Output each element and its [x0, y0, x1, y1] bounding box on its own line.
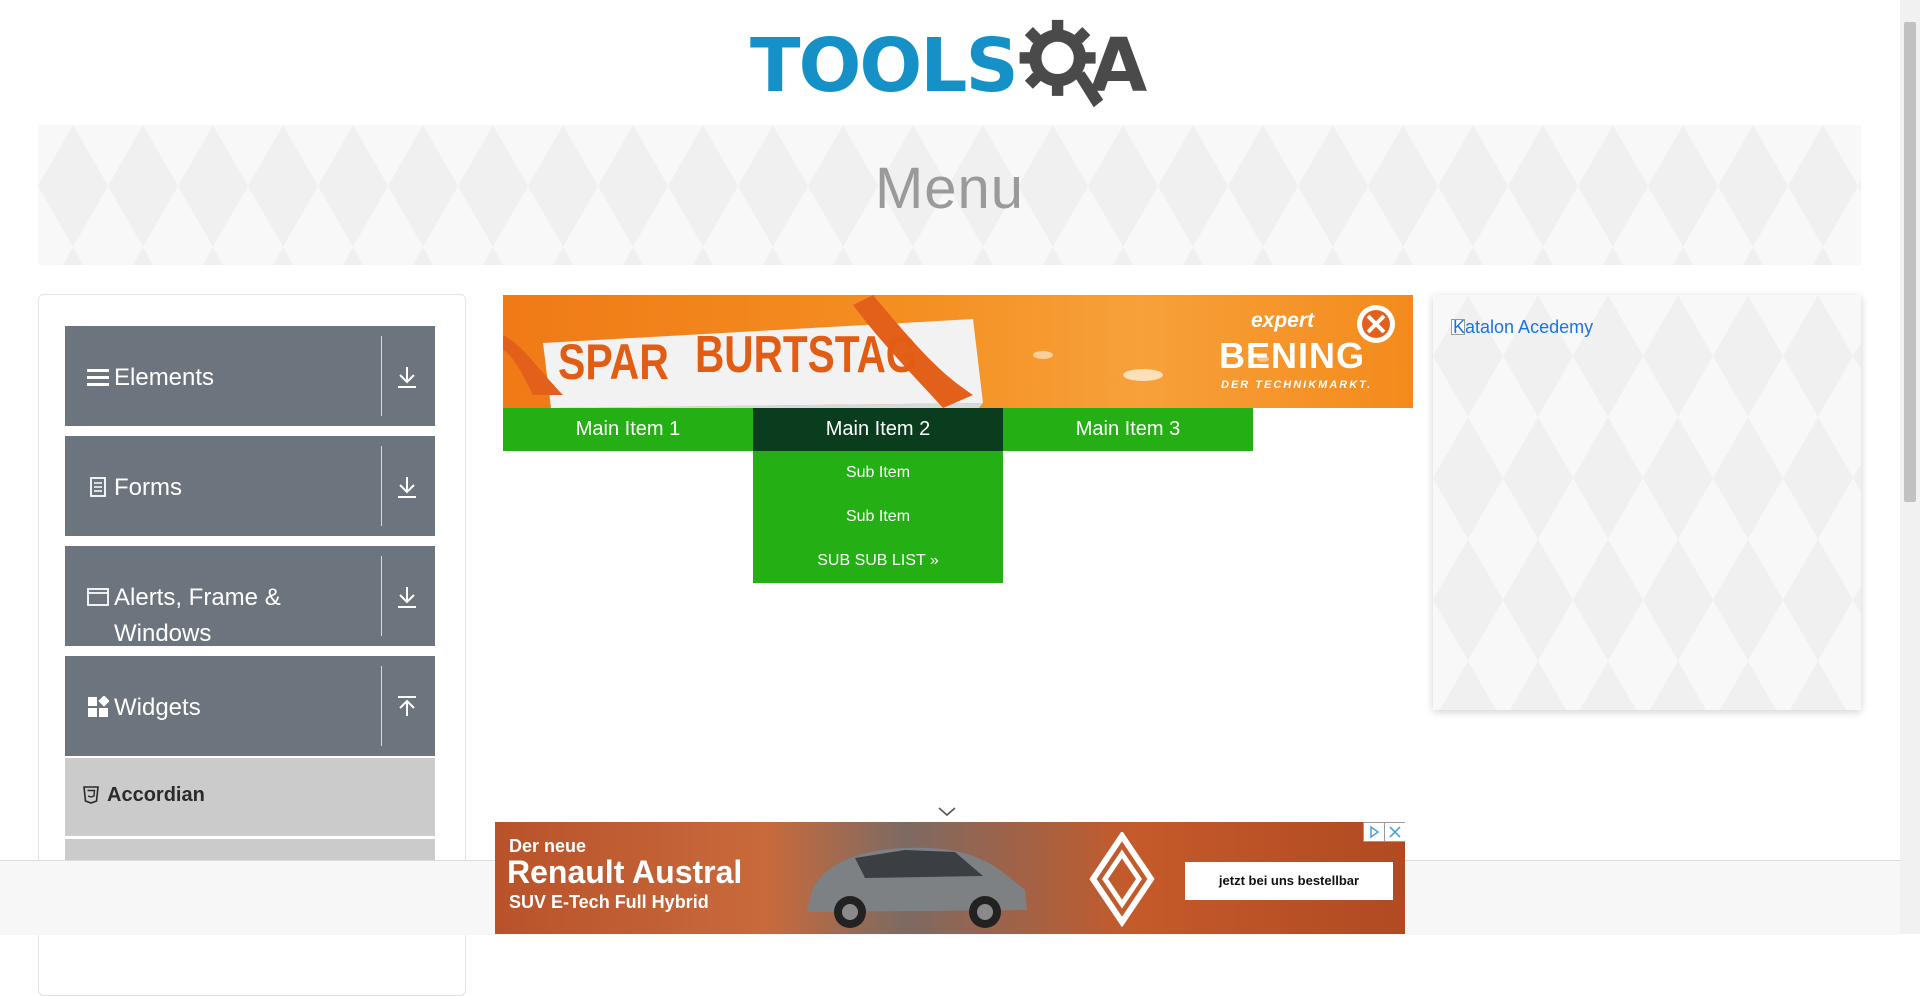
- menu-item-main-1[interactable]: Main Item 1: [503, 408, 753, 451]
- sidebar-group-widgets[interactable]: Widgets: [65, 656, 435, 756]
- close-ad-icon[interactable]: [1384, 822, 1405, 842]
- menu-item-main-3[interactable]: Main Item 3: [1003, 408, 1253, 451]
- advertisement-banner-bottom[interactable]: Der neue Renault Austral SUV E-Tech Full…: [495, 822, 1405, 934]
- html5-icon: [83, 786, 99, 804]
- ad-headline-1: SPAR: [558, 334, 669, 390]
- download-arrow-icon[interactable]: [395, 364, 419, 390]
- katalon-ad[interactable]: Katalon Acedemy: [1433, 295, 1861, 710]
- divider: [381, 556, 382, 636]
- ad-cta-button[interactable]: jetzt bei uns bestellbar: [1185, 862, 1393, 900]
- list-icon: [87, 369, 109, 386]
- ad-brand-top: expert: [1251, 309, 1315, 332]
- sidebar-group-label: Widgets: [114, 694, 201, 721]
- chevron-down-icon[interactable]: [937, 806, 957, 818]
- toolsqa-logo[interactable]: TOOLS A: [750, 18, 1155, 113]
- ad-cta-label: jetzt bei uns bestellbar: [1218, 873, 1360, 888]
- logo-suffix: A: [1090, 23, 1148, 109]
- sidebar-group-label: Alerts, Frame & Windows: [114, 584, 281, 647]
- document-icon: [90, 477, 106, 497]
- submenu-item[interactable]: Sub Item: [753, 495, 1003, 539]
- submenu-item-sub-sub-list[interactable]: SUB SUB LIST »: [753, 539, 1003, 583]
- sidebar-item-label: Accordian: [107, 784, 205, 806]
- ad-brand-tagline: DER TECHNIKMARKT.: [1221, 379, 1373, 391]
- advertisement-banner-top[interactable]: SPAR BURTSTAG expert BENING DER TECHNIKM…: [503, 295, 1413, 408]
- ad-headline-2: BURTSTAG: [695, 326, 918, 384]
- page-banner: Menu: [38, 125, 1861, 265]
- divider: [381, 446, 382, 526]
- upload-arrow-icon[interactable]: [395, 694, 419, 720]
- sidebar-item-accordian[interactable]: Accordian: [65, 758, 435, 836]
- sidebar-group-label: Forms: [114, 474, 182, 501]
- car-graphic: [807, 847, 1027, 928]
- ad-line-3: SUV E-Tech Full Hybrid: [509, 892, 709, 912]
- ad-brand-name: BENING: [1219, 335, 1366, 376]
- nav-menu: Main Item 1 Main Item 2 Main Item 3: [503, 408, 1253, 451]
- submenu-item[interactable]: Sub Item: [753, 451, 1003, 495]
- adchoices-icon[interactable]: [1363, 822, 1385, 842]
- window-icon: [87, 588, 109, 606]
- sidebar-group-elements[interactable]: Elements: [65, 326, 435, 426]
- download-arrow-icon[interactable]: [395, 474, 419, 500]
- divider: [381, 336, 382, 416]
- logo-text: TOOLS: [750, 23, 1019, 109]
- vertical-scrollbar[interactable]: [1900, 0, 1920, 934]
- ad-image-alt-text[interactable]: Katalon Acedemy: [1453, 317, 1593, 338]
- sidebar-group-alerts[interactable]: Alerts, Frame & Windows: [65, 546, 435, 647]
- download-arrow-icon[interactable]: [395, 584, 419, 610]
- sidebar-group-forms[interactable]: Forms: [65, 436, 435, 536]
- widgets-icon: [88, 696, 109, 717]
- renault-logo-icon: [1089, 832, 1155, 927]
- scrollbar-thumb[interactable]: [1904, 22, 1916, 502]
- divider: [381, 666, 382, 746]
- page-title: Menu: [874, 156, 1025, 221]
- menu-item-main-2[interactable]: Main Item 2: [753, 408, 1003, 451]
- ad-line-2: Renault Austral: [507, 854, 743, 890]
- sidebar-group-label: Elements: [114, 364, 215, 391]
- submenu-dropdown: Sub Item Sub Item SUB SUB LIST »: [753, 451, 1003, 583]
